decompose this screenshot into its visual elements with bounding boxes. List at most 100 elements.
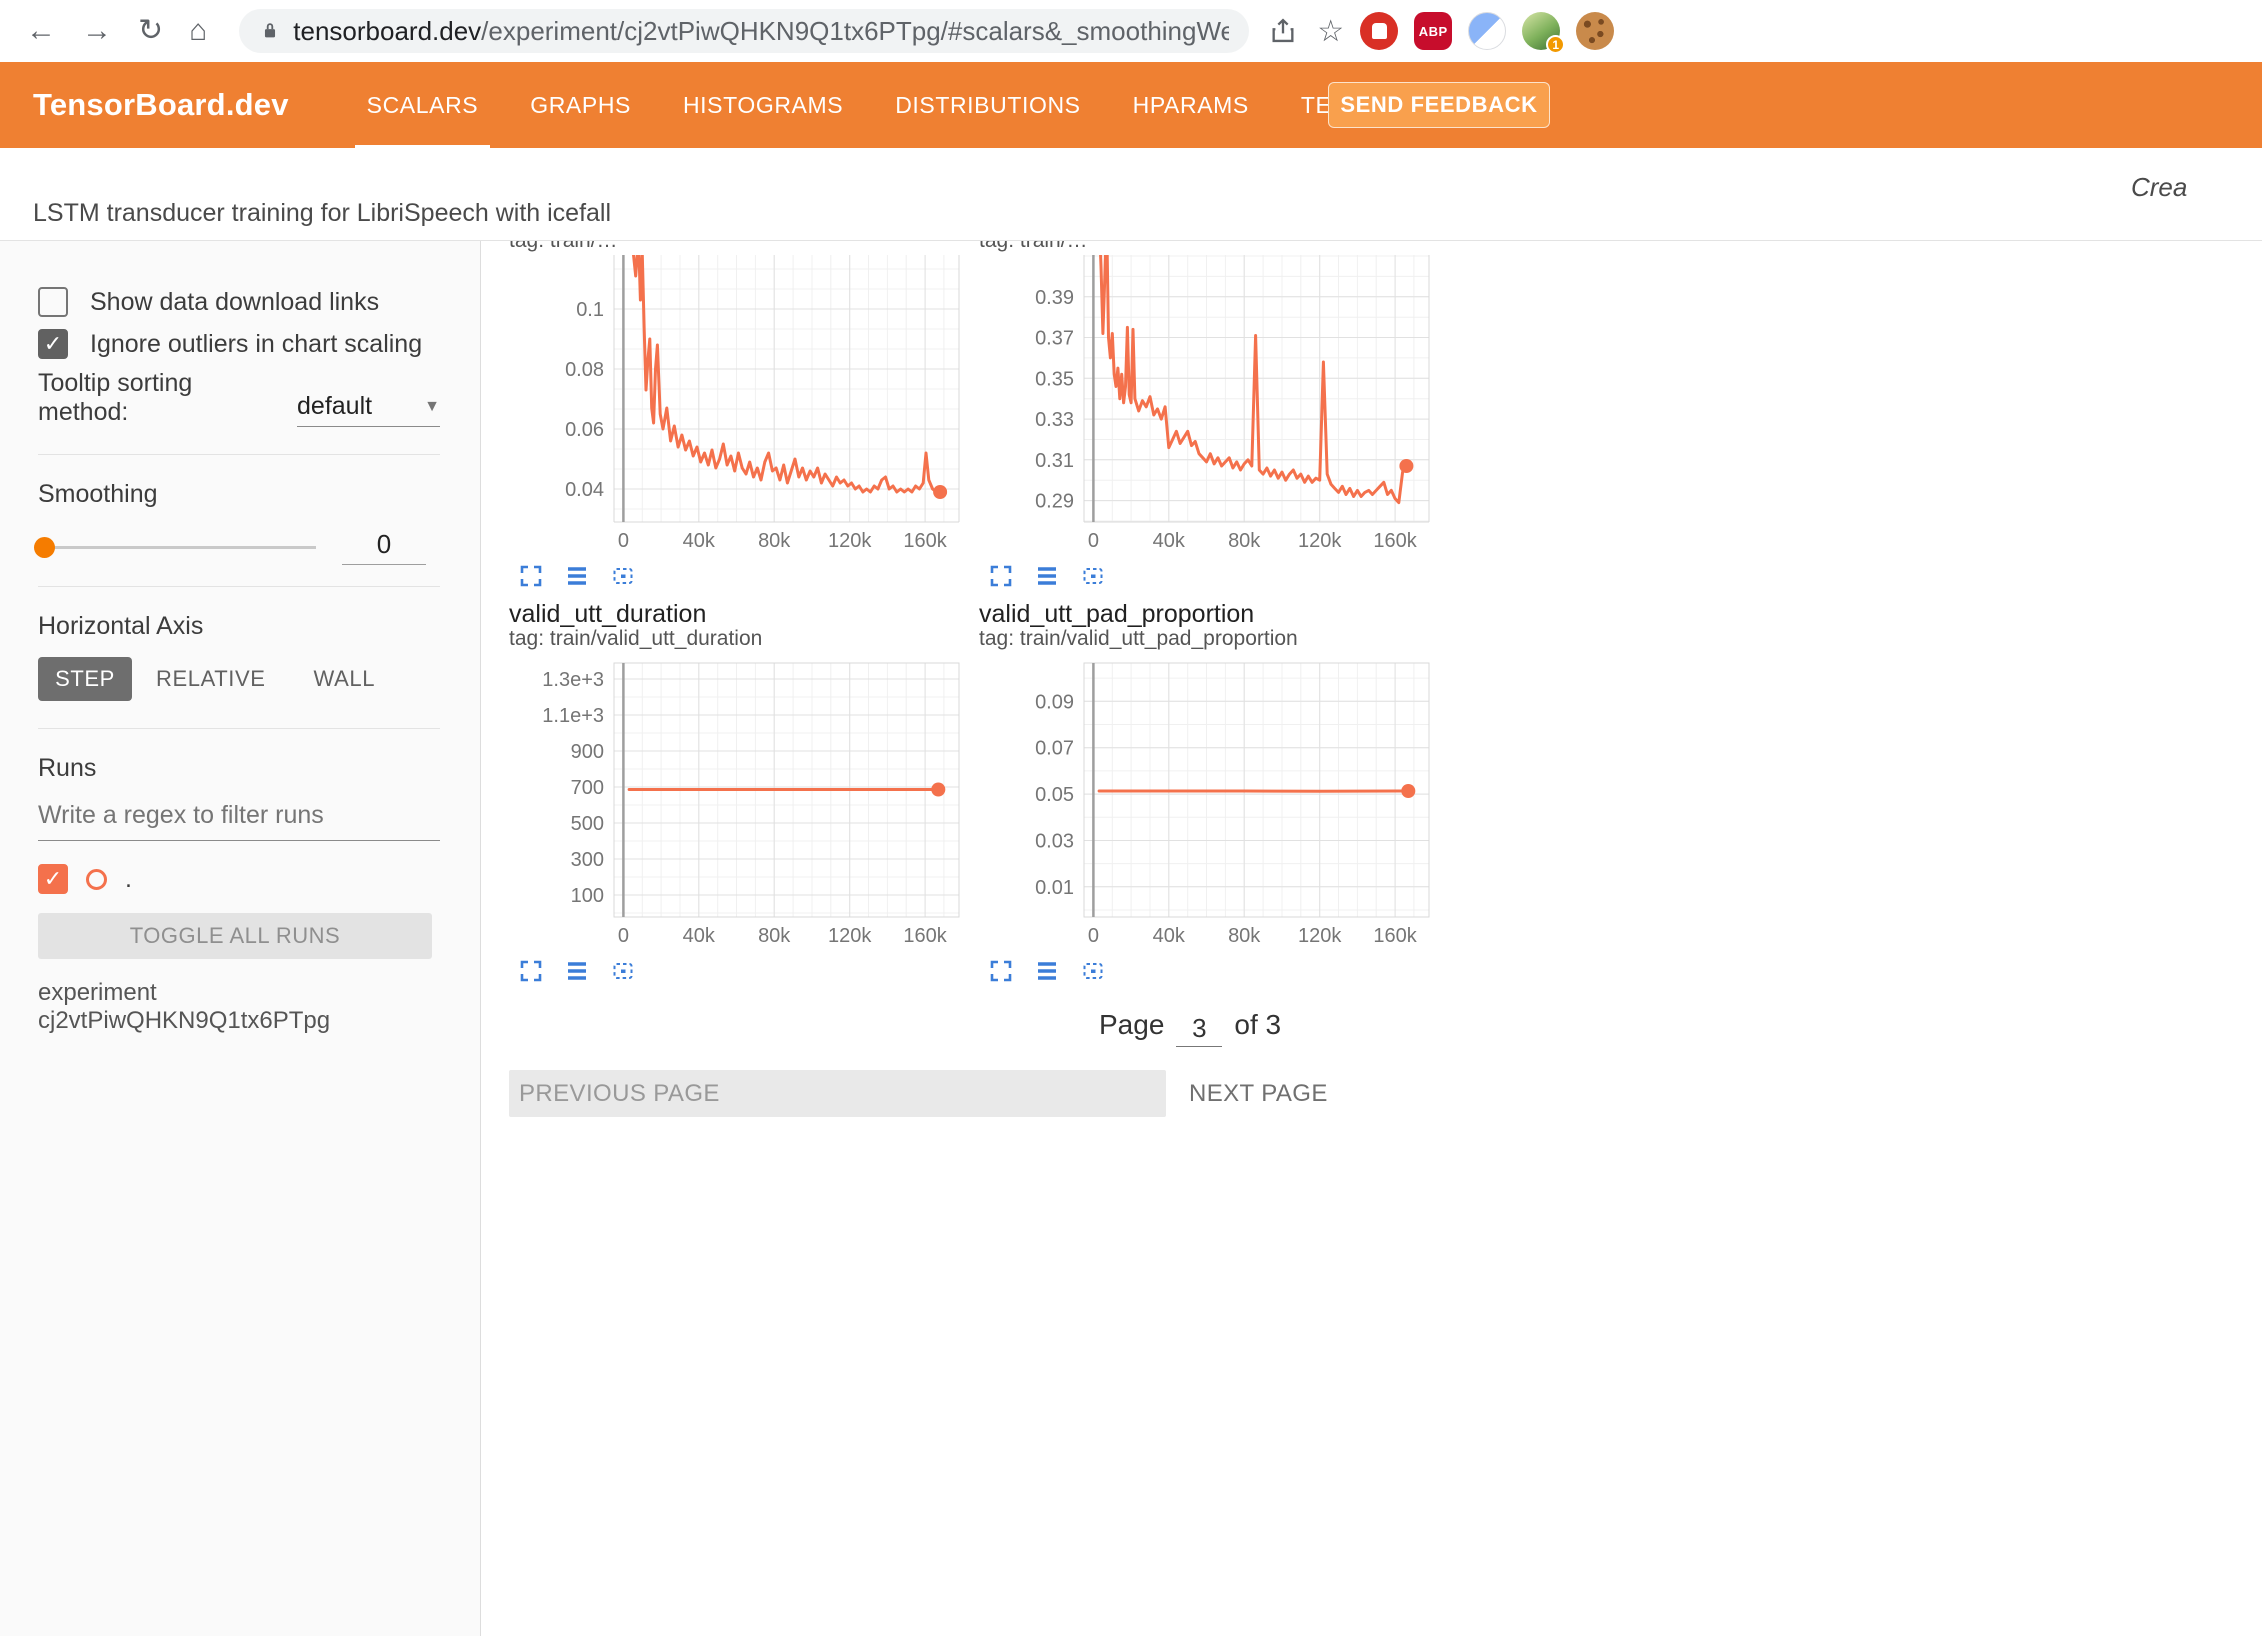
toggle-all-runs-button[interactable]: TOGGLE ALL RUNS (38, 913, 432, 959)
chart-toolbar (509, 564, 967, 588)
show-download-links-checkbox[interactable] (38, 287, 68, 317)
settings-sidebar: Show data download links Ignore outliers… (0, 241, 481, 1636)
ignore-outliers-checkbox[interactable] (38, 329, 68, 359)
expand-chart-icon[interactable] (989, 959, 1013, 983)
run-checkbox[interactable] (38, 864, 68, 894)
profile-avatar[interactable]: 1 (1522, 12, 1560, 50)
axis-relative-button[interactable]: RELATIVE (132, 657, 290, 701)
tooltip-sorting-label: Tooltip sorting method: (38, 369, 281, 427)
chart-card-clipped-1: tag: train/… 0.040.060.080.1040k80k120k1… (509, 241, 967, 588)
page-number-input[interactable] (1176, 1013, 1222, 1047)
address-bar[interactable]: tensorboard.dev/experiment/cj2vtPiwQHKN9… (239, 9, 1249, 53)
chart-tag: tag: train/valid_utt_pad_proportion (979, 627, 1437, 651)
svg-text:0: 0 (1088, 925, 1099, 947)
expand-chart-icon[interactable] (519, 564, 543, 588)
tab-scalars[interactable]: SCALARS (367, 62, 479, 148)
chart-toolbar (509, 959, 967, 983)
svg-text:80k: 80k (758, 530, 791, 552)
smoothing-slider[interactable] (38, 546, 316, 549)
tab-hparams[interactable]: HPARAMS (1133, 62, 1249, 148)
expand-chart-icon[interactable] (519, 959, 543, 983)
run-row[interactable]: . (38, 863, 440, 895)
next-page-button[interactable]: NEXT PAGE (1189, 1077, 1328, 1111)
url-domain: tensorboard.dev (293, 16, 481, 46)
horizontal-axis-label: Horizontal Axis (38, 612, 440, 641)
chart-title: valid_utt_duration (509, 601, 967, 627)
clipped-right-text: Crea (2131, 172, 2187, 203)
previous-page-button[interactable]: PREVIOUS PAGE (509, 1070, 1166, 1117)
chart-plot[interactable]: 0.290.310.330.350.370.39040k80k120k160k (979, 255, 1437, 560)
send-feedback-button[interactable]: SEND FEEDBACK (1328, 82, 1550, 128)
share-icon[interactable] (1269, 17, 1297, 45)
show-download-links-label: Show data download links (90, 288, 379, 317)
ignore-outliers-row[interactable]: Ignore outliers in chart scaling (38, 329, 440, 359)
page-label: Page (1099, 1009, 1164, 1041)
svg-text:160k: 160k (903, 530, 947, 552)
runs-label: Runs (38, 754, 440, 783)
svg-text:0.09: 0.09 (1035, 691, 1074, 713)
smoothing-value-input[interactable] (342, 529, 426, 565)
svg-text:0: 0 (1088, 530, 1099, 552)
fit-domain-icon[interactable] (611, 564, 635, 588)
extension-icon[interactable] (1468, 12, 1506, 50)
svg-text:0.33: 0.33 (1035, 409, 1074, 431)
forward-icon[interactable]: → (82, 16, 112, 46)
svg-text:0: 0 (618, 530, 629, 552)
reload-icon[interactable]: ↻ (138, 16, 163, 46)
tab-graphs[interactable]: GRAPHS (530, 62, 631, 148)
charts-main: tag: train/… 0.040.060.080.1040k80k120k1… (481, 241, 2262, 1636)
fit-domain-icon[interactable] (1081, 564, 1105, 588)
fit-domain-icon[interactable] (611, 959, 635, 983)
home-icon[interactable]: ⌂ (189, 16, 207, 46)
lock-icon (259, 20, 281, 42)
bookmark-star-icon[interactable]: ☆ (1317, 14, 1344, 49)
show-download-links-row[interactable]: Show data download links (38, 287, 440, 317)
fit-domain-icon[interactable] (1081, 959, 1105, 983)
experiment-id: experiment cj2vtPiwQHKN9Q1tx6PTpg (38, 979, 440, 1035)
axis-step-button[interactable]: STEP (38, 657, 132, 701)
divider (38, 454, 440, 455)
chart-card-valid_utt_duration: valid_utt_duration tag: train/valid_utt_… (509, 601, 967, 983)
profile-badge: 1 (1546, 35, 1565, 54)
abp-extension-icon[interactable]: ABP (1414, 12, 1452, 50)
run-name: . (125, 865, 132, 894)
smoothing-slider-thumb[interactable] (34, 537, 55, 558)
tooltip-sorting-select[interactable]: default ▼ (297, 392, 440, 427)
back-icon[interactable]: ← (26, 16, 56, 46)
svg-text:0.39: 0.39 (1035, 287, 1074, 309)
axis-wall-button[interactable]: WALL (290, 657, 400, 701)
svg-text:0.29: 0.29 (1035, 491, 1074, 513)
chart-plot[interactable]: 1003005007009001.1e+31.3e+3040k80k120k16… (509, 653, 967, 955)
chart-plot[interactable]: 0.040.060.080.1040k80k120k160k (509, 255, 967, 560)
svg-text:0.06: 0.06 (565, 419, 604, 441)
tab-histograms[interactable]: HISTOGRAMS (683, 62, 843, 148)
adblock-extension-icon[interactable] (1360, 12, 1398, 50)
expand-chart-icon[interactable] (989, 564, 1013, 588)
tab-distributions[interactable]: DISTRIBUTIONS (895, 62, 1080, 148)
chevron-down-icon: ▼ (424, 398, 440, 416)
view-data-icon[interactable] (565, 564, 589, 588)
svg-text:0.05: 0.05 (1035, 784, 1074, 806)
chart-tag: tag: train/… (979, 241, 1437, 253)
view-data-icon[interactable] (1035, 959, 1059, 983)
chart-plot[interactable]: 0.010.030.050.070.09040k80k120k160k (979, 653, 1437, 955)
tooltip-sorting-value: default (297, 392, 372, 421)
chart-tag: tag: train/valid_utt_duration (509, 627, 967, 651)
cookie-extension-icon[interactable] (1576, 12, 1614, 50)
view-data-icon[interactable] (1035, 564, 1059, 588)
svg-text:0.07: 0.07 (1035, 738, 1074, 760)
svg-text:100: 100 (571, 885, 604, 907)
view-data-icon[interactable] (565, 959, 589, 983)
svg-text:1.3e+3: 1.3e+3 (542, 669, 604, 691)
experiment-title: LSTM transducer training for LibriSpeech… (33, 199, 611, 228)
svg-text:40k: 40k (683, 925, 716, 947)
runs-filter-input[interactable] (38, 801, 440, 841)
svg-text:0: 0 (618, 925, 629, 947)
chart-card-clipped-2: tag: train/… 0.290.310.330.350.370.39040… (979, 241, 1437, 588)
chart-title: valid_utt_pad_proportion (979, 601, 1437, 627)
svg-text:80k: 80k (1228, 925, 1261, 947)
divider (38, 586, 440, 587)
chart-toolbar (979, 564, 1437, 588)
svg-text:120k: 120k (1298, 925, 1342, 947)
ignore-outliers-label: Ignore outliers in chart scaling (90, 330, 422, 359)
